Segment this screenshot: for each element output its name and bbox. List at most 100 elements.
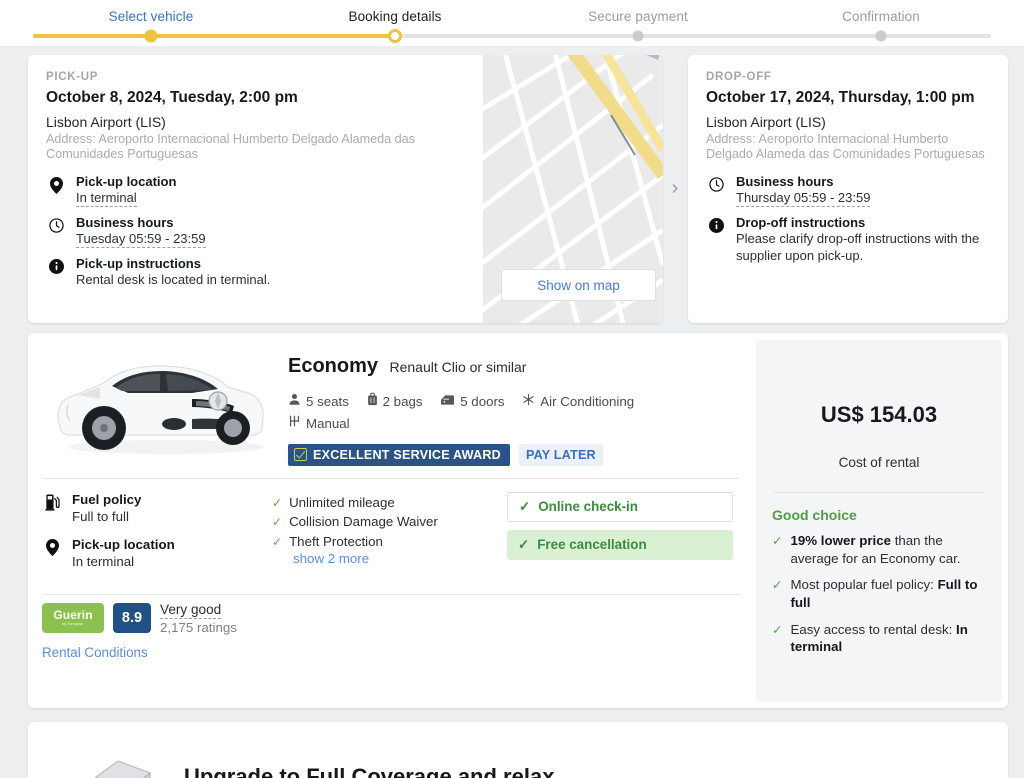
supplier-score-badge: 8.9 [113,602,151,633]
check-icon: ✓ [519,498,531,514]
check-icon: ✓ [272,515,283,530]
rating-word: Very good [160,602,222,619]
vehicle-main: Economy Renault Clio or similar 5 seats … [28,333,754,708]
show-on-map-button[interactable]: Show on map [501,269,656,301]
check-icon: ✓ [272,495,283,510]
fuel-policy-title: Fuel policy [72,491,142,507]
chevron-right-icon[interactable]: › [665,178,685,198]
vehicle-specs: 5 seats 2 bags 5 doors Air Conditioning … [288,391,740,435]
good-choice-item: ✓ Most popular fuel policy: Full to full [772,576,986,611]
spec-aircon-label: Air Conditioning [540,394,635,409]
door-icon [440,391,455,413]
extras-column: ✓ Online check-in ✓ Free cancellation [507,491,733,582]
spec-transmission: Manual [288,413,350,435]
step-label-secure-payment: Secure payment [588,9,688,24]
fuel-policy-value: Full to full [72,509,129,525]
vehicle-pickup-location-value: In terminal [72,554,135,570]
good-choice-item: ✓ 19% lower price than the average for a… [772,532,986,567]
promo-card[interactable]: Upgrade to Full Coverage and relax... [28,722,1008,778]
check-icon: ✓ [518,536,530,552]
included-item-label: Collision Damage Waiver [289,514,438,530]
price-amount: US$ 154.03 [820,402,938,427]
free-cancellation-label: Free cancellation [537,537,647,553]
included-item: ✓ Theft Protection [272,532,507,551]
pickup-hours-row: Business hours Tuesday 05:59 - 23:59 [46,214,470,249]
seat-icon [288,391,301,413]
dropoff-details: DROP-OFF October 17, 2024, Thursday, 1:0… [688,55,1008,265]
pickup-hours-title: Business hours [76,214,174,230]
good-item-text: Most popular fuel policy: [790,577,938,593]
dropoff-instructions-title: Drop-off instructions [736,214,866,230]
step-dot-secure-payment [632,30,644,42]
good-item-text: Easy access to rental desk: [790,621,957,637]
pickup-datetime: October 8, 2024, Tuesday, 2:00 pm [46,89,298,106]
online-check-in-label: Online check-in [538,499,638,515]
price-panel: US$ 154.03 Cost of rental Good choice ✓ … [756,340,1002,702]
step-dot-select-vehicle[interactable] [144,29,158,43]
included-item-label: Unlimited mileage [289,494,395,510]
pickup-location-value: In terminal [76,189,137,207]
vehicle-info: Economy Renault Clio or similar 5 seats … [288,343,740,466]
excellent-service-award-badge: EXCELLENT SERVICE AWARD [288,443,510,466]
spec-bags: 2 bags [367,391,423,413]
clock-icon [706,174,726,207]
included-item-label: Theft Protection [289,533,383,549]
map-pin-icon [46,174,66,207]
dropoff-hours-title: Business hours [736,173,834,189]
spec-doors-label: 5 doors [460,394,505,409]
check-icon: ✓ [772,578,783,593]
supplier-name: Guerin [53,608,93,623]
pickup-eyebrow: PICK-UP [46,71,99,83]
pickup-hours-value: Tuesday 05:59 - 23:59 [76,231,206,249]
supplier-section: Guerin by Europcar 8.9 Very good 2,175 r… [42,595,740,663]
vehicle-badges: EXCELLENT SERVICE AWARD PAY LATER [288,443,740,466]
clock-icon [46,215,66,248]
pickup-location-title: Pick-up location [76,173,177,189]
step-label-select-vehicle[interactable]: Select vehicle [109,9,194,24]
dropoff-airport: Lisbon Airport (LIS) [706,113,826,130]
step-label-booking-details[interactable]: Booking details [348,9,441,24]
supplier-rating-row: Guerin by Europcar 8.9 Very good 2,175 r… [42,601,740,636]
rating-count: 2,175 ratings [160,619,237,635]
supplier-rating-text: Very good 2,175 ratings [160,601,237,636]
snowflake-icon [522,391,535,413]
pickup-instructions-row: Pick-up instructions Rental desk is loca… [46,256,470,289]
pickup-instructions-value: Rental desk is located in terminal. [76,272,271,288]
pickup-location-row: Pick-up location In terminal [46,174,470,207]
spec-doors: 5 doors [440,391,505,413]
online-check-in-pill: ✓ Online check-in [507,491,733,522]
pickup-address: Address: Aeroporto Internacional Humbert… [46,131,415,161]
pickup-airport: Lisbon Airport (LIS) [46,113,166,130]
pickup-map-thumbnail[interactable]: Show on map [483,55,663,323]
vehicle-category: Economy [288,355,379,377]
vehicle-pickup-location-row: Pick-up location In terminal [42,537,272,571]
spec-seats-label: 5 seats [306,394,349,409]
fuel-icon [42,492,62,526]
spec-transmission-label: Manual [306,415,350,431]
stepper-labels: Select vehicle Booking details Secure pa… [0,0,1024,30]
spec-bags-label: 2 bags [382,394,423,409]
divider [774,492,984,493]
info-icon [46,256,66,289]
good-choice-item: ✓ Easy access to rental desk: In termina… [772,621,986,656]
dropoff-datetime: October 17, 2024, Thursday, 1:00 pm [706,89,975,106]
policy-column: Fuel policy Full to full Pick-up locatio… [42,492,272,582]
shield-box-icon [88,743,158,778]
map-pin-icon [42,537,62,571]
good-item-bold-prefix: 19% lower price [790,533,891,548]
vehicle-features: Fuel policy Full to full Pick-up locatio… [42,479,740,582]
vehicle-card: Economy Renault Clio or similar 5 seats … [28,333,1008,708]
dropoff-instructions-row: Drop-off instructions Please clarify dro… [706,215,990,265]
car-image [57,365,264,454]
price-label: Cost of rental [838,455,920,470]
show-more-link[interactable]: show 2 more [293,551,507,566]
dropoff-card: DROP-OFF October 17, 2024, Thursday, 1:0… [688,55,1008,323]
step-dot-booking-details[interactable] [388,29,402,43]
dropoff-detail-rows: Business hours Thursday 05:59 - 23:59 Dr… [706,174,990,265]
pickup-detail-rows: Pick-up location In terminal Business ho… [46,174,470,289]
rental-conditions-link[interactable]: Rental Conditions [42,645,148,660]
promo-inner: Upgrade to Full Coverage and relax... [28,722,1008,778]
pay-later-badge: PAY LATER [518,443,603,466]
vehicle-pickup-location-title: Pick-up location [72,536,175,552]
vehicle-title-row: Economy Renault Clio or similar [288,355,740,378]
